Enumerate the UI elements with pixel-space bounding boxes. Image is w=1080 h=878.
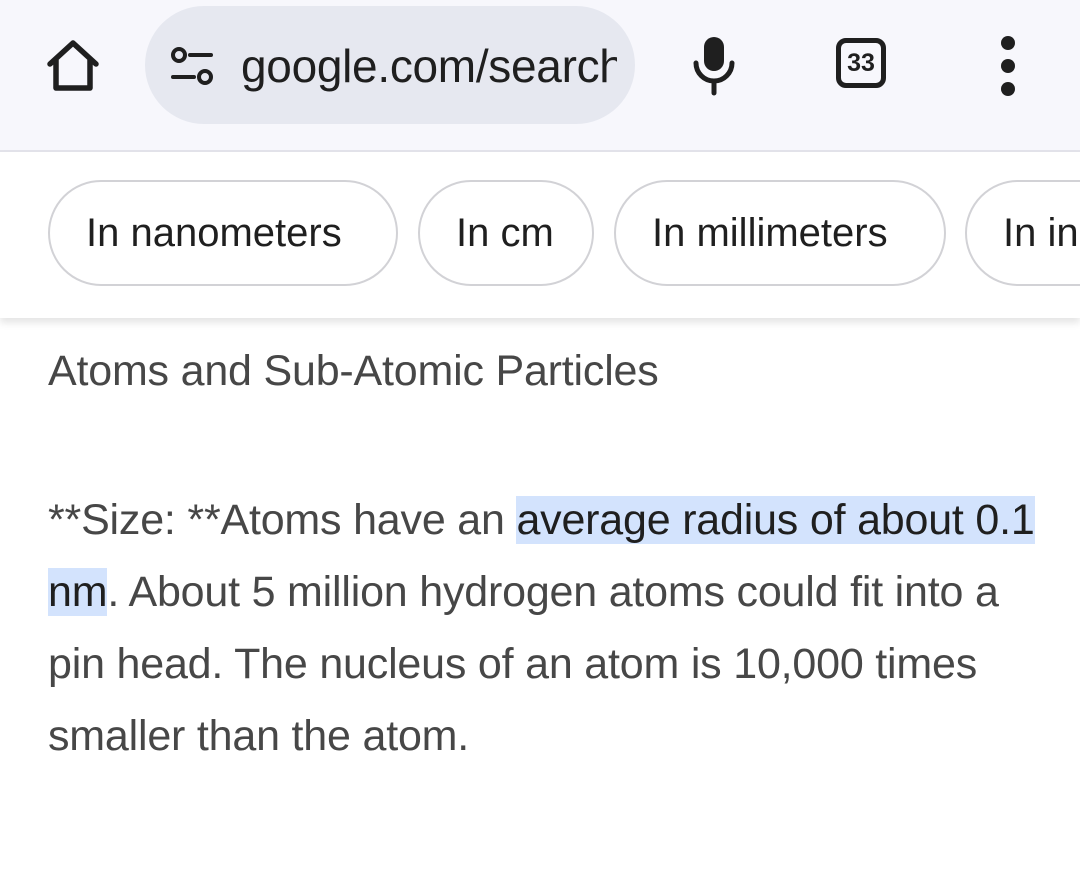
mic-icon xyxy=(693,37,735,96)
tab-count: 33 xyxy=(847,48,875,77)
search-result-content: Atoms and Sub-Atomic Particles **Size: *… xyxy=(48,338,1038,772)
site-info-icon xyxy=(171,47,213,85)
chip-in-nanometers[interactable]: In nanometers xyxy=(48,180,398,286)
home-icon xyxy=(47,40,99,91)
voice-search-button[interactable] xyxy=(684,28,744,102)
menu-dot xyxy=(1001,82,1015,96)
more-vert-icon[interactable] xyxy=(988,36,1028,96)
result-snippet: **Size: **Atoms have an average radius o… xyxy=(48,484,1038,772)
url-text[interactable]: google.com/search xyxy=(241,36,617,96)
browser-toolbar: google.com/search 33 xyxy=(0,0,1080,152)
snippet-suffix: . About 5 million hydrogen atoms could f… xyxy=(48,568,999,760)
menu-dot xyxy=(1001,36,1015,50)
result-heading: Atoms and Sub-Atomic Particles xyxy=(48,347,659,395)
tab-switcher-button[interactable]: 33 xyxy=(836,38,886,88)
snippet-prefix: **Size: **Atoms have an xyxy=(48,496,517,544)
refinement-chips-bar: In nanometers In cm In millimeters In in… xyxy=(0,152,1080,318)
chip-in-millimeters[interactable]: In millimeters xyxy=(614,180,946,286)
home-button[interactable] xyxy=(36,28,110,102)
address-bar[interactable]: google.com/search xyxy=(145,6,635,124)
chip-in-inches[interactable]: In inches xyxy=(965,180,1080,286)
menu-dot xyxy=(1001,59,1015,73)
chip-in-cm[interactable]: In cm xyxy=(418,180,594,286)
